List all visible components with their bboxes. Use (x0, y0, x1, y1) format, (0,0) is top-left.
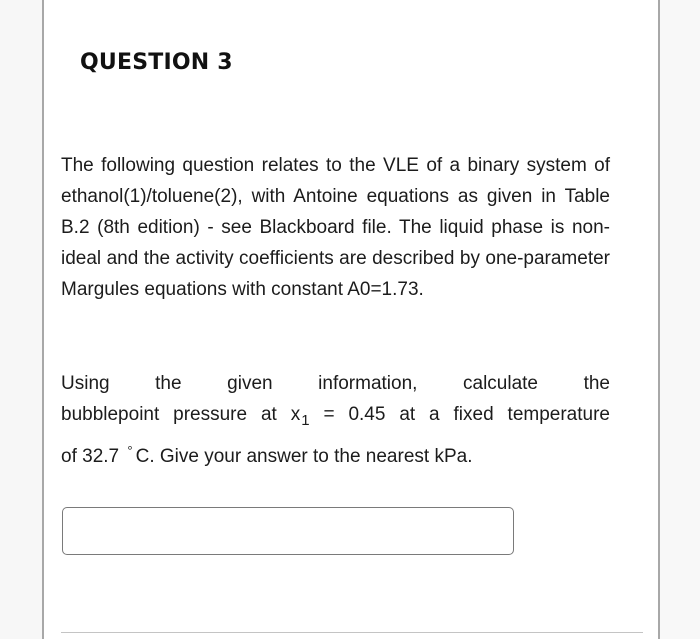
task-line-2-rest: = 0.45 at a fixed temperature (309, 404, 610, 425)
question-page: QUESTION 3 The following question relate… (42, 0, 660, 639)
question-paragraph-context: The following question relates to the VL… (61, 155, 610, 300)
task-line-3: of 32.7 ° C. Give your answer to the near… (61, 441, 610, 473)
answer-input[interactable] (62, 507, 514, 555)
question-heading: QUESTION 3 (80, 50, 233, 75)
task-line-3-rest: C. Give your answer to the nearest kPa. (135, 446, 473, 467)
task-line-2: bubblepoint pressure at x1 = 0.45 at a f… (61, 399, 610, 431)
task-line-2-text: bubblepoint pressure at x (61, 404, 301, 425)
mole-fraction-subscript: 1 (301, 412, 310, 429)
section-divider (61, 632, 643, 633)
task-line-1: Using the given information, calculate t… (61, 373, 610, 394)
question-paragraph-task: Using the given information, calculate t… (61, 368, 610, 473)
right-gutter (658, 0, 700, 639)
degree-symbol: ° (127, 443, 133, 458)
task-line-3-text: of 32.7 (61, 446, 125, 467)
